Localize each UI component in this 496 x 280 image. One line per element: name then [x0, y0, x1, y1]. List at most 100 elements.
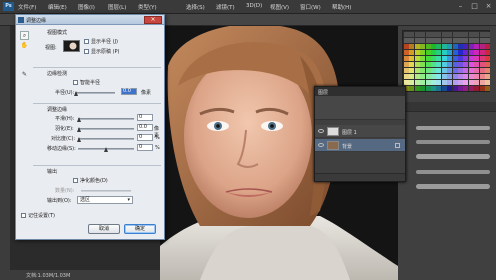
color-swatch[interactable] [404, 80, 409, 85]
color-swatch[interactable] [468, 86, 474, 91]
color-swatch[interactable] [485, 44, 490, 49]
color-swatch[interactable] [474, 38, 480, 43]
color-swatch[interactable] [463, 62, 469, 67]
color-swatch[interactable] [420, 32, 426, 37]
color-swatch[interactable] [485, 62, 490, 67]
color-swatch[interactable] [463, 44, 469, 49]
color-swatch[interactable] [485, 86, 490, 91]
swatches-panel[interactable] [402, 30, 490, 92]
color-swatch[interactable] [436, 44, 442, 49]
menu-layer[interactable]: 图层(L) [108, 3, 126, 11]
layer-row[interactable]: 图层 1 [315, 125, 405, 138]
color-swatch[interactable] [425, 44, 431, 49]
color-swatch[interactable] [468, 74, 474, 79]
color-swatch[interactable] [431, 68, 436, 73]
color-swatch[interactable] [420, 68, 426, 73]
remember-settings-checkbox[interactable] [21, 213, 26, 218]
output-to-select[interactable]: 选区 ▾ [77, 196, 133, 204]
color-swatch[interactable] [479, 32, 485, 37]
color-swatch[interactable] [409, 68, 415, 73]
color-swatch[interactable] [452, 32, 458, 37]
color-swatch[interactable] [452, 74, 458, 79]
menu-3d[interactable]: 3D(D) [246, 3, 262, 9]
brush-presets[interactable] [410, 118, 496, 268]
color-swatch[interactable] [474, 56, 480, 61]
color-swatch[interactable] [458, 74, 463, 79]
color-swatch[interactable] [441, 50, 447, 55]
color-swatch[interactable] [468, 62, 474, 67]
color-swatch[interactable] [452, 38, 458, 43]
color-swatch[interactable] [409, 62, 415, 67]
color-swatch[interactable] [452, 62, 458, 67]
layers-panel-footer[interactable] [315, 173, 405, 181]
color-swatch[interactable] [404, 74, 409, 79]
color-swatch[interactable] [441, 32, 447, 37]
color-swatch[interactable] [458, 80, 463, 85]
feather-slider[interactable] [78, 128, 134, 130]
color-swatch[interactable] [409, 80, 415, 85]
color-swatch[interactable] [441, 38, 447, 43]
close-window-button[interactable]: × [482, 1, 495, 12]
color-swatch[interactable] [474, 80, 480, 85]
brushes-panel-tabs[interactable] [398, 102, 496, 112]
color-swatch[interactable] [414, 32, 420, 37]
color-swatch[interactable] [447, 62, 453, 67]
contrast-slider[interactable] [78, 138, 134, 140]
color-swatch[interactable] [436, 32, 442, 37]
color-swatch[interactable] [409, 86, 415, 91]
color-swatch[interactable] [404, 32, 409, 37]
menu-view[interactable]: 视图(V) [270, 3, 289, 11]
menu-type[interactable]: 类型(Y) [138, 3, 157, 11]
visibility-eye-icon[interactable] [318, 143, 324, 147]
smooth-slider-handle[interactable] [77, 117, 81, 122]
color-swatch[interactable] [468, 38, 474, 43]
shift-edge-slider-handle[interactable] [104, 147, 108, 152]
color-swatch[interactable] [452, 50, 458, 55]
color-swatch[interactable] [431, 44, 436, 49]
color-swatch[interactable] [479, 56, 485, 61]
menu-filter[interactable]: 滤镜(T) [216, 3, 235, 11]
color-swatch[interactable] [431, 32, 436, 37]
color-swatch[interactable] [431, 74, 436, 79]
color-swatch[interactable] [485, 50, 490, 55]
color-swatch[interactable] [447, 68, 453, 73]
refine-radius-brush-icon[interactable]: ✎ [20, 71, 29, 80]
smooth-value-field[interactable]: 0 [137, 114, 153, 121]
color-swatch[interactable] [474, 62, 480, 67]
color-swatch[interactable] [468, 80, 474, 85]
color-swatch[interactable] [463, 56, 469, 61]
color-swatch[interactable] [474, 74, 480, 79]
color-swatch[interactable] [463, 32, 469, 37]
color-swatch[interactable] [485, 38, 490, 43]
color-swatch[interactable] [414, 62, 420, 67]
color-swatch[interactable] [468, 32, 474, 37]
color-swatch[interactable] [485, 80, 490, 85]
color-swatch[interactable] [468, 44, 474, 49]
maximize-button[interactable]: □ [468, 1, 481, 12]
color-swatch[interactable] [420, 86, 426, 91]
color-swatch[interactable] [404, 62, 409, 67]
color-swatch[interactable] [479, 86, 485, 91]
zoom-tool-icon[interactable]: ⌕ [20, 31, 29, 40]
show-original-checkbox[interactable] [84, 49, 89, 54]
ok-button[interactable]: 确定 [124, 224, 156, 234]
color-swatch[interactable] [431, 62, 436, 67]
dialog-titlebar[interactable]: 调整边缘 × [16, 15, 164, 25]
color-swatch[interactable] [414, 86, 420, 91]
contrast-value-field[interactable]: 0 [137, 134, 153, 141]
color-swatch[interactable] [458, 38, 463, 43]
color-swatch[interactable] [474, 50, 480, 55]
contrast-slider-handle[interactable] [77, 137, 81, 142]
color-swatch[interactable] [463, 50, 469, 55]
color-swatch[interactable] [463, 80, 469, 85]
menu-window[interactable]: 窗口(W) [300, 3, 321, 11]
color-swatch[interactable] [420, 62, 426, 67]
color-swatch[interactable] [409, 74, 415, 79]
color-swatch[interactable] [452, 80, 458, 85]
menu-help[interactable]: 帮助(H) [332, 3, 351, 11]
color-swatch[interactable] [458, 68, 463, 73]
hand-tool-icon[interactable]: ✋ [20, 42, 29, 51]
color-swatch[interactable] [414, 38, 420, 43]
color-swatch[interactable] [404, 38, 409, 43]
color-swatch[interactable] [479, 68, 485, 73]
